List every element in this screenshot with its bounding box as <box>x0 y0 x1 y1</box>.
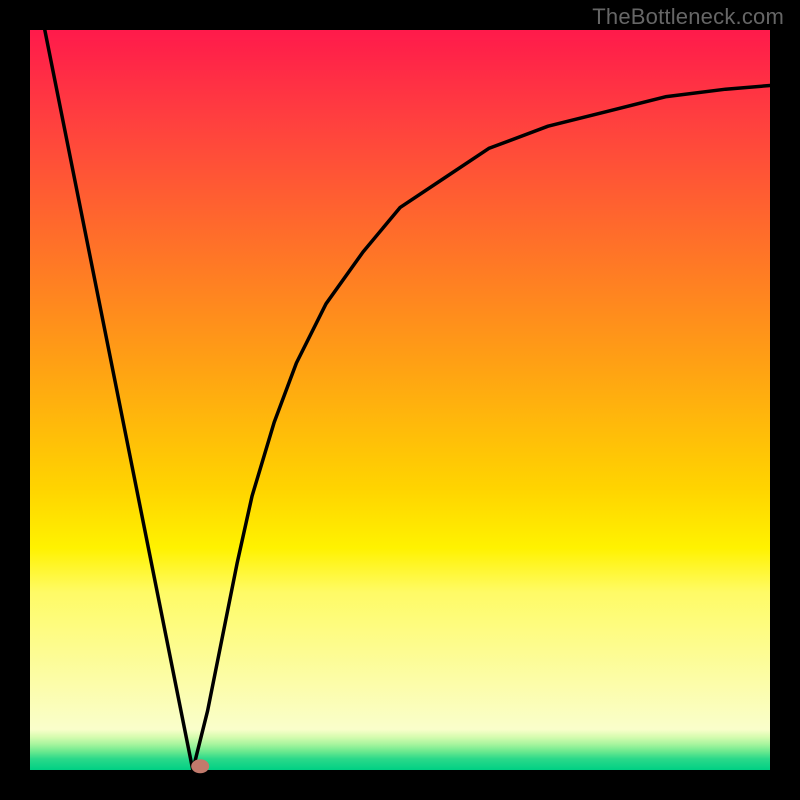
chart-container: TheBottleneck.com <box>0 0 800 800</box>
plot-background <box>30 30 770 770</box>
bottleneck-marker <box>191 759 209 773</box>
bottleneck-chart <box>0 0 800 800</box>
watermark-text: TheBottleneck.com <box>592 4 784 30</box>
